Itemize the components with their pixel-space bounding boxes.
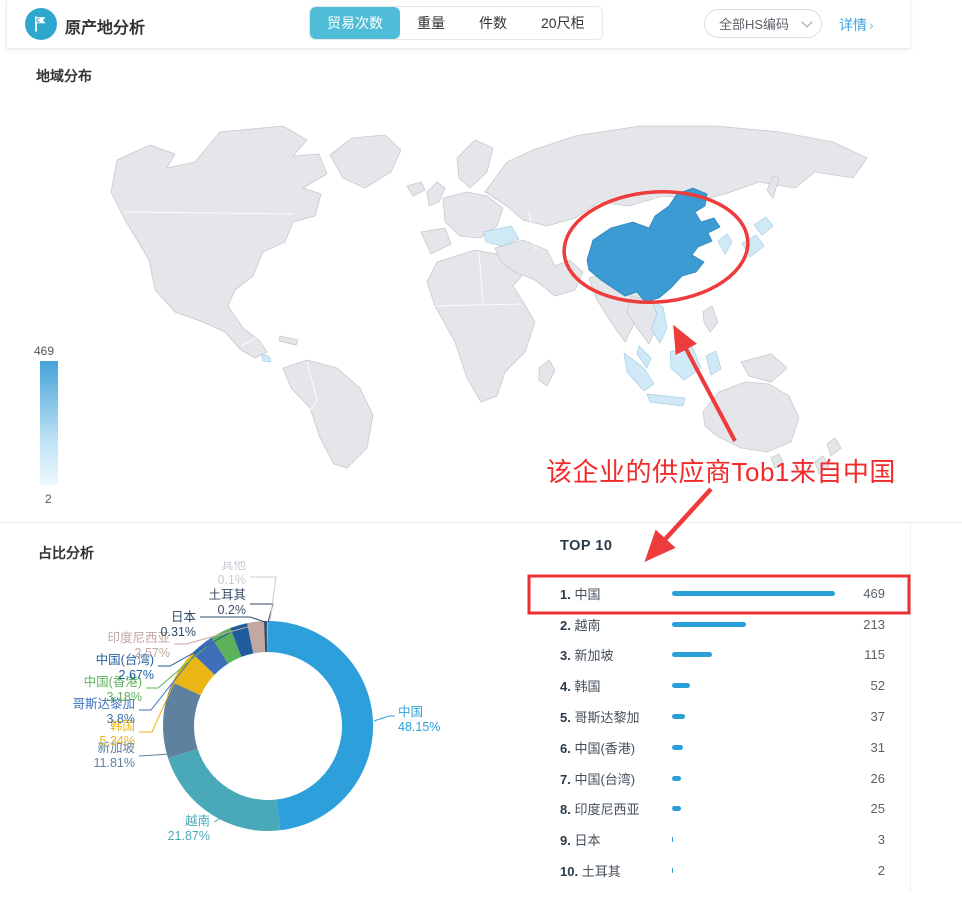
top10-bar-track xyxy=(672,806,842,811)
pie-label-percent: 0.1% xyxy=(218,573,247,587)
top10-row-label: 6. 中国(香港) xyxy=(560,738,672,757)
top10-list: 1. 中国 469 2. 越南 213 3. 新加坡 115 4. 韩国 52 5. 哥斯达黎加… xyxy=(560,578,885,886)
top10-row-10: 10. 土耳其 2 xyxy=(560,855,885,886)
top10-row-label: 9. 日本 xyxy=(560,830,672,849)
pie-label-percent: 21.87% xyxy=(168,829,210,843)
top10-bar xyxy=(672,776,681,781)
top10-bar-track xyxy=(672,622,842,627)
top10-bar-track xyxy=(672,591,842,596)
top10-bar xyxy=(672,683,690,688)
top10-row-value: 25 xyxy=(842,801,885,816)
top10-row-value: 213 xyxy=(842,617,885,632)
pie-label-percent: 3.18% xyxy=(107,690,142,704)
pie-section-title: 占比分析 xyxy=(38,543,94,563)
top10-row-value: 469 xyxy=(842,586,885,601)
tab-1[interactable]: 贸易次数 xyxy=(310,7,400,39)
pie-label-line-其他 xyxy=(250,577,276,621)
pie-label-percent: 11.81% xyxy=(94,756,135,770)
hs-code-dropdown[interactable]: 全部HS编码 xyxy=(704,9,822,38)
pie-label-name: 中国 xyxy=(398,704,423,719)
top10-row-value: 2 xyxy=(842,863,885,878)
top10-row-8: 8. 印度尼西亚 25 xyxy=(560,794,885,825)
pie-label-line-中国 xyxy=(374,716,395,721)
detail-link-label: 详情 xyxy=(839,17,867,33)
pie-label-percent: 0.31% xyxy=(161,625,196,639)
top10-row-label: 10. 土耳其 xyxy=(560,861,672,880)
app-logo xyxy=(25,8,57,40)
top10-bar xyxy=(672,714,685,719)
top10-row-5: 5. 哥斯达黎加 37 xyxy=(560,701,885,732)
legend-min-value: 2 xyxy=(45,492,52,506)
header: 原产地分析 贸易次数重量件数20尺柜 全部HS编码 详情› xyxy=(6,0,911,49)
chevron-down-icon xyxy=(801,16,812,27)
detail-link[interactable]: 详情› xyxy=(839,15,874,35)
pie-label-name: 越南 xyxy=(185,813,210,828)
page-title: 原产地分析 xyxy=(65,14,145,38)
origin-analysis-page: 原产地分析 贸易次数重量件数20尺柜 全部HS编码 详情› 地域分布 469 2 xyxy=(0,0,962,908)
map-landmasses xyxy=(111,126,867,474)
tab-2[interactable]: 重量 xyxy=(400,7,462,39)
top10-bar xyxy=(672,745,683,750)
top10-bar xyxy=(672,652,712,657)
pie-label-percent: 2.57% xyxy=(135,646,170,660)
pie-label-line-日本 xyxy=(200,617,265,622)
top10-row-value: 3 xyxy=(842,832,885,847)
top10-bar-track xyxy=(672,745,842,750)
top10-row-label: 1. 中国 xyxy=(560,584,672,603)
pie-slice-中国[interactable] xyxy=(268,621,373,830)
pie-label-line-新加坡 xyxy=(139,754,170,756)
top10-row-value: 31 xyxy=(842,740,885,755)
top10-row-label: 7. 中国(台湾) xyxy=(560,769,672,788)
flag-icon xyxy=(31,14,51,34)
top10-row-value: 52 xyxy=(842,678,885,693)
pie-label-percent: 0.2% xyxy=(218,603,247,617)
top10-bar xyxy=(672,622,746,627)
metric-tab-group: 贸易次数重量件数20尺柜 xyxy=(309,6,603,40)
top10-row-label: 2. 越南 xyxy=(560,615,672,634)
top10-row-4: 4. 韩国 52 xyxy=(560,670,885,701)
pie-label-line-土耳其 xyxy=(250,604,273,622)
pie-label-name: 土耳其 xyxy=(208,588,246,602)
annotation-note: 该企业的供应商Tob1来自中国 xyxy=(546,452,896,489)
pie-label-name: 日本 xyxy=(171,610,197,624)
tab-4[interactable]: 20尺柜 xyxy=(524,7,602,39)
pie-label-name: 其他 xyxy=(221,561,247,572)
top10-row-label: 3. 新加坡 xyxy=(560,645,672,664)
pie-label-percent: 48.15% xyxy=(398,720,440,734)
top10-row-label: 4. 韩国 xyxy=(560,676,672,695)
hs-code-dropdown-value: 全部HS编码 xyxy=(719,14,789,33)
top10-row-3: 3. 新加坡 115 xyxy=(560,640,885,671)
top10-row-label: 5. 哥斯达黎加 xyxy=(560,707,672,726)
chevron-right-icon: › xyxy=(869,17,874,33)
top10-bar xyxy=(672,591,835,596)
legend-max-value: 469 xyxy=(34,344,54,358)
top10-bar-track xyxy=(672,837,842,842)
pie-label-percent: 3.8% xyxy=(107,712,136,726)
top10-row-7: 7. 中国(台湾) 26 xyxy=(560,763,885,794)
tab-3[interactable]: 件数 xyxy=(462,7,524,39)
top10-bar-track xyxy=(672,868,842,873)
top10-bar xyxy=(672,837,673,842)
share-donut-chart: 中国48.15%越南21.87%新加坡11.81%韩国5.34%哥斯达黎加3.8… xyxy=(0,561,530,908)
top10-row-value: 26 xyxy=(842,771,885,786)
top10-row-9: 9. 日本 3 xyxy=(560,824,885,855)
top10-row-label: 8. 印度尼西亚 xyxy=(560,799,672,818)
top10-row-value: 37 xyxy=(842,709,885,724)
top10-row-value: 115 xyxy=(842,647,885,662)
top10-bar xyxy=(672,806,681,811)
top10-row-6: 6. 中国(香港) 31 xyxy=(560,732,885,763)
panel-right-border xyxy=(910,522,911,892)
map-section-title: 地域分布 xyxy=(36,66,92,86)
top10-bar-track xyxy=(672,683,842,688)
pie-label-percent: 5.34% xyxy=(100,734,135,748)
pie-label-percent: 2.67% xyxy=(119,668,154,682)
top10-bar xyxy=(672,868,673,873)
top10-row-2: 2. 越南 213 xyxy=(560,609,885,640)
top10-bar-track xyxy=(672,714,842,719)
top10-bar-track xyxy=(672,776,842,781)
top10-row-1: 1. 中国 469 xyxy=(560,578,885,609)
section-divider xyxy=(0,522,962,523)
top10-title: TOP 10 xyxy=(560,538,612,554)
top10-bar-track xyxy=(672,652,842,657)
